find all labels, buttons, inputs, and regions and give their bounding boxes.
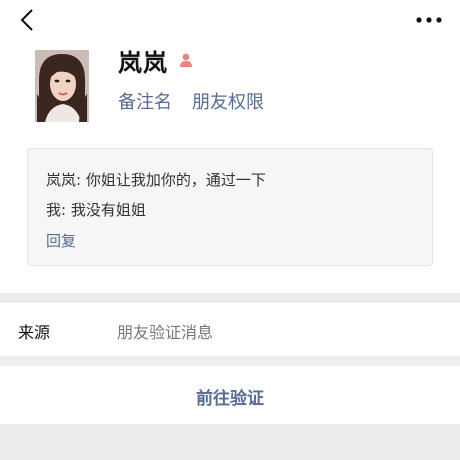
reply-link[interactable]: 回复	[46, 230, 76, 251]
go-verify-button[interactable]: 前往验证	[0, 366, 460, 424]
source-value: 朋友验证消息	[117, 323, 214, 342]
name-row: 岚岚	[118, 43, 194, 77]
verification-message-box: 岚岚: 你姐让我加你的，通过一下 我: 我没有姐姐 回复	[27, 148, 433, 266]
friend-permission-link[interactable]: 朋友权限	[192, 88, 264, 114]
avatar-portrait-image	[35, 50, 89, 122]
remark-name-link[interactable]: 备注名	[118, 88, 172, 114]
bottom-background	[0, 424, 460, 460]
avatar[interactable]	[35, 50, 89, 122]
source-row: 来源 朋友验证消息	[0, 303, 460, 356]
back-chevron-icon[interactable]	[14, 6, 42, 34]
section-divider	[0, 356, 460, 366]
top-bar	[0, 0, 460, 40]
more-dots-icon[interactable]	[414, 10, 444, 30]
profile-links: 备注名 朋友权限	[118, 88, 264, 114]
section-divider	[0, 293, 460, 303]
source-label: 来源	[18, 323, 51, 342]
female-person-icon	[180, 53, 192, 67]
go-verify-label: 前往验证	[196, 389, 264, 409]
contact-name: 岚岚	[118, 48, 168, 77]
message-line: 我: 我没有姐姐	[46, 201, 146, 219]
message-line: 岚岚: 你姐让我加你的，通过一下	[46, 171, 266, 189]
